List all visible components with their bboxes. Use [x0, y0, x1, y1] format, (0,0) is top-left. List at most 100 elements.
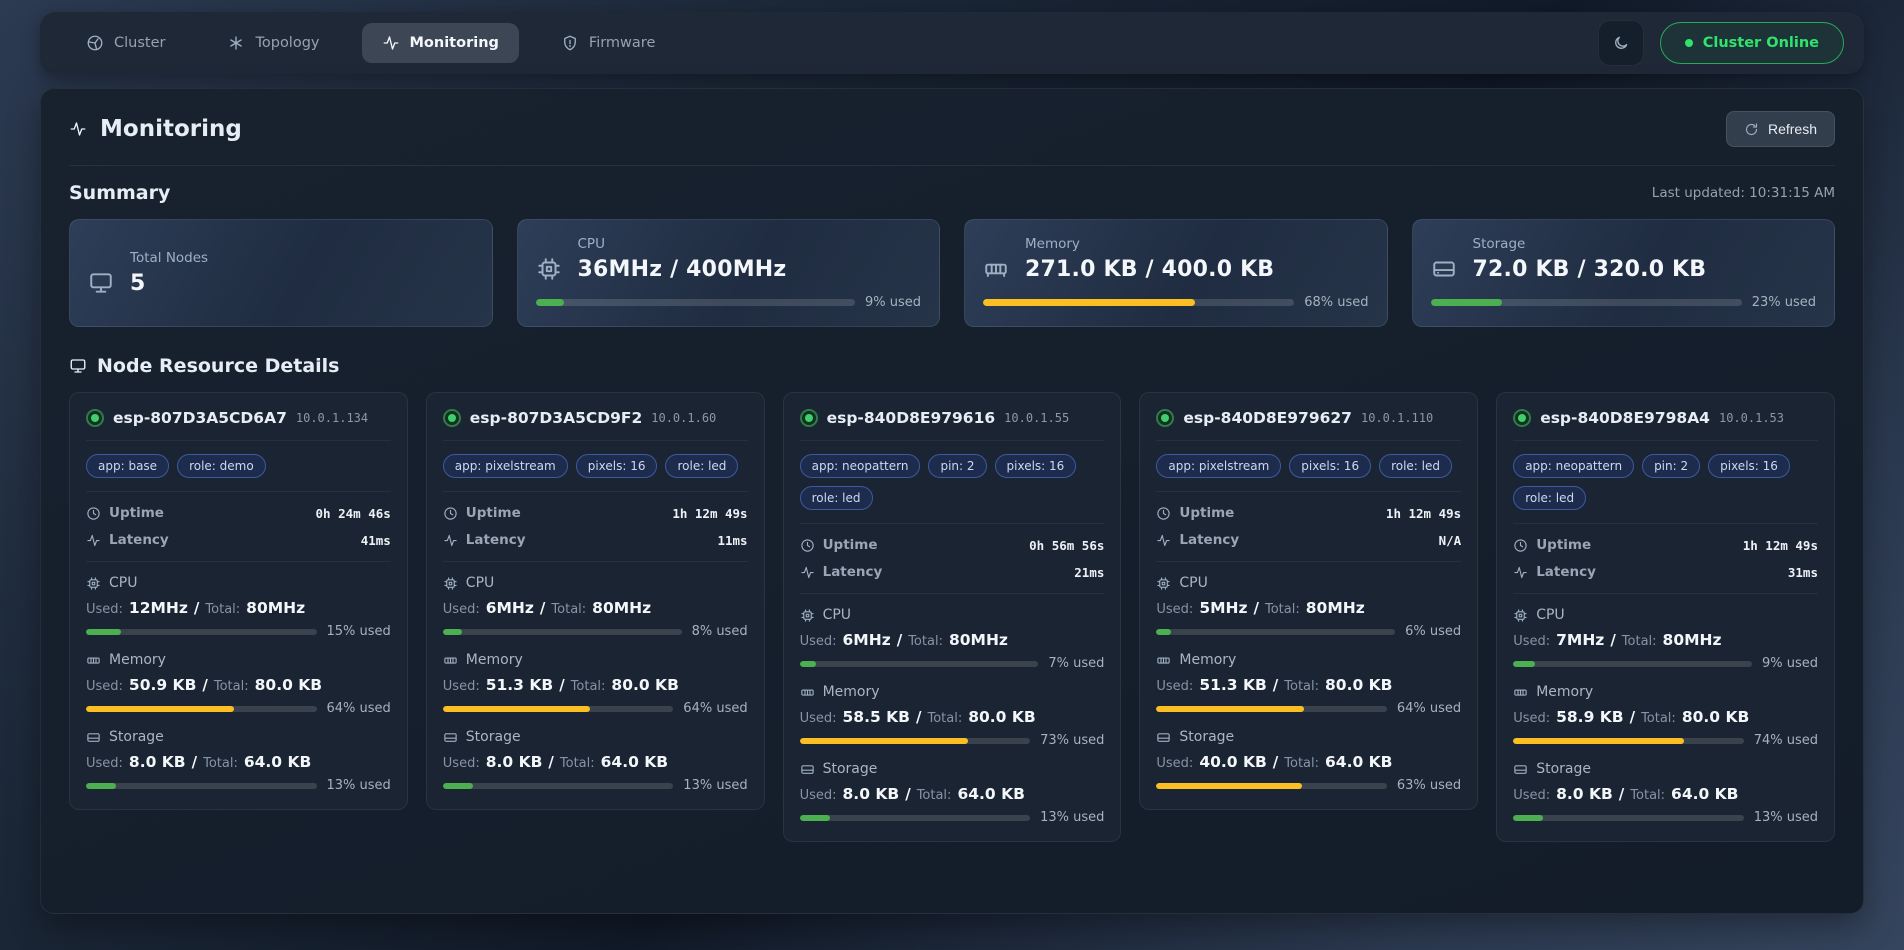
storage-icon: [1431, 256, 1457, 282]
storage-usage-bar: [1513, 815, 1744, 821]
node-card: esp-840D8E979616 10.0.1.55 app: neopatte…: [783, 392, 1122, 842]
summary-card-value: 36MHz / 400MHz: [578, 257, 787, 282]
tab-firmware[interactable]: Firmware: [541, 23, 675, 63]
cpu-icon: [443, 576, 458, 591]
cpu-usage-bar: [86, 629, 317, 635]
cpu-usage-bar: [1513, 661, 1752, 667]
activity-icon: [382, 34, 400, 52]
node-badge: pixels: 16: [1708, 454, 1790, 478]
storage-usage-bar: [1431, 299, 1742, 306]
monitoring-panel: Monitoring Refresh Summary Last updated:…: [40, 88, 1864, 914]
cpu-usage-bar: [1156, 629, 1395, 635]
divider: [69, 165, 1835, 166]
memory-icon: [800, 685, 815, 700]
storage-usage-fill: [86, 783, 116, 789]
divider: [443, 491, 748, 492]
summary-card-storage: Storage 72.0 KB / 320.0 KB 23% used: [1412, 219, 1836, 327]
panel-header: Monitoring Refresh: [69, 111, 1835, 147]
node-cards-grid: esp-807D3A5CD6A7 10.0.1.134 app: base ro…: [69, 392, 1835, 842]
latency-value: 41ms: [361, 533, 391, 548]
node-name: esp-840D8E979627: [1183, 409, 1352, 427]
theme-toggle-button[interactable]: [1598, 20, 1644, 66]
divider: [86, 491, 391, 492]
memory-usage-fill: [1156, 706, 1304, 712]
memory-usage-bar: [983, 299, 1294, 306]
memory-usage-fill: [800, 738, 968, 744]
tab-topology[interactable]: Topology: [207, 23, 339, 63]
storage-usage-fill: [1431, 299, 1503, 306]
activity-icon: [1513, 565, 1528, 580]
node-card: esp-840D8E9798A4 10.0.1.53 app: neopatte…: [1496, 392, 1835, 842]
latency-value: 11ms: [717, 533, 747, 548]
node-badge: pin: 2: [928, 454, 986, 478]
memory-usage-bar: [1513, 738, 1744, 744]
storage-usage-percent: 13% used: [1754, 810, 1818, 825]
cpu-usage-percent: 8% used: [692, 624, 748, 639]
nodes-heading: Node Resource Details: [69, 355, 340, 377]
uptime-value: 1h 12m 49s: [1743, 538, 1818, 553]
memory-usage-percent: 73% used: [1040, 733, 1104, 748]
summary-card-value: 72.0 KB / 320.0 KB: [1473, 257, 1707, 282]
storage-icon: [86, 730, 101, 745]
cpu-usage-fill: [800, 661, 817, 667]
tab-topology-label: Topology: [255, 35, 319, 51]
memory-metric: Memory Used:50.9 KB/Total:80.0 KB 64% us…: [86, 652, 391, 716]
cpu-usage-percent: 7% used: [1048, 656, 1104, 671]
page-title: Monitoring: [69, 116, 242, 142]
topology-icon: [227, 34, 245, 52]
node-name: esp-840D8E979616: [827, 409, 996, 427]
clock-icon: [1513, 538, 1528, 553]
latency-row: Latency 41ms: [86, 532, 391, 548]
uptime-row: Uptime 0h 56m 56s: [800, 537, 1105, 553]
tab-monitoring[interactable]: Monitoring: [362, 23, 519, 63]
node-ip: 10.0.1.134: [296, 411, 368, 425]
cpu-metric: CPU Used:5MHz/Total:80MHz 6% used: [1156, 575, 1461, 639]
divider: [1513, 440, 1818, 441]
memory-usage-fill: [443, 706, 591, 712]
clock-icon: [443, 506, 458, 521]
node-badge: role: demo: [177, 454, 266, 478]
node-badge: app: neopattern: [1513, 454, 1634, 478]
node-badge: pixels: 16: [1289, 454, 1371, 478]
node-badge: role: led: [1379, 454, 1452, 478]
divider: [443, 440, 748, 441]
storage-usage-bar: [443, 783, 674, 789]
node-badges: app: neopattern pin: 2 pixels: 16 role: …: [1513, 454, 1818, 510]
clock-icon: [1156, 506, 1171, 521]
node-badge: role: led: [1513, 486, 1586, 510]
cpu-metric: CPU Used:6MHz/Total:80MHz 7% used: [800, 607, 1105, 671]
node-card: esp-807D3A5CD9F2 10.0.1.60 app: pixelstr…: [426, 392, 765, 810]
cpu-usage-percent: 15% used: [327, 624, 391, 639]
node-online-status-icon: [86, 409, 104, 427]
divider: [1156, 561, 1461, 562]
uptime-row: Uptime 0h 24m 46s: [86, 505, 391, 521]
node-badge: app: pixelstream: [443, 454, 568, 478]
clock-icon: [86, 506, 101, 521]
tab-cluster[interactable]: Cluster: [66, 23, 185, 63]
activity-icon: [443, 533, 458, 548]
refresh-button[interactable]: Refresh: [1726, 111, 1835, 147]
summary-card-value: 271.0 KB / 400.0 KB: [1025, 257, 1274, 282]
cluster-status-badge[interactable]: Cluster Online: [1660, 22, 1844, 64]
cpu-icon: [1156, 576, 1171, 591]
nav-right-controls: Cluster Online: [1598, 20, 1844, 66]
cpu-usage-fill: [536, 299, 565, 306]
uptime-value: 0h 56m 56s: [1029, 538, 1104, 553]
divider: [86, 440, 391, 441]
nodes-section-header: Node Resource Details: [69, 355, 1835, 377]
storage-metric: Storage Used:8.0 KB/Total:64.0 KB 13% us…: [800, 761, 1105, 825]
storage-usage-percent: 23% used: [1752, 295, 1816, 310]
uptime-value: 1h 12m 49s: [672, 506, 747, 521]
storage-usage-fill: [800, 815, 830, 821]
cpu-usage-fill: [86, 629, 121, 635]
firmware-shield-icon: [561, 34, 579, 52]
memory-usage-fill: [983, 299, 1195, 306]
divider: [1513, 593, 1818, 594]
memory-icon: [86, 653, 101, 668]
cpu-usage-percent: 9% used: [1762, 656, 1818, 671]
node-badges: app: neopattern pin: 2 pixels: 16 role: …: [800, 454, 1105, 510]
latency-row: Latency 11ms: [443, 532, 748, 548]
cpu-icon: [536, 256, 562, 282]
storage-icon: [443, 730, 458, 745]
nav-tabs: Cluster Topology Monitoring Firmware: [66, 23, 675, 63]
